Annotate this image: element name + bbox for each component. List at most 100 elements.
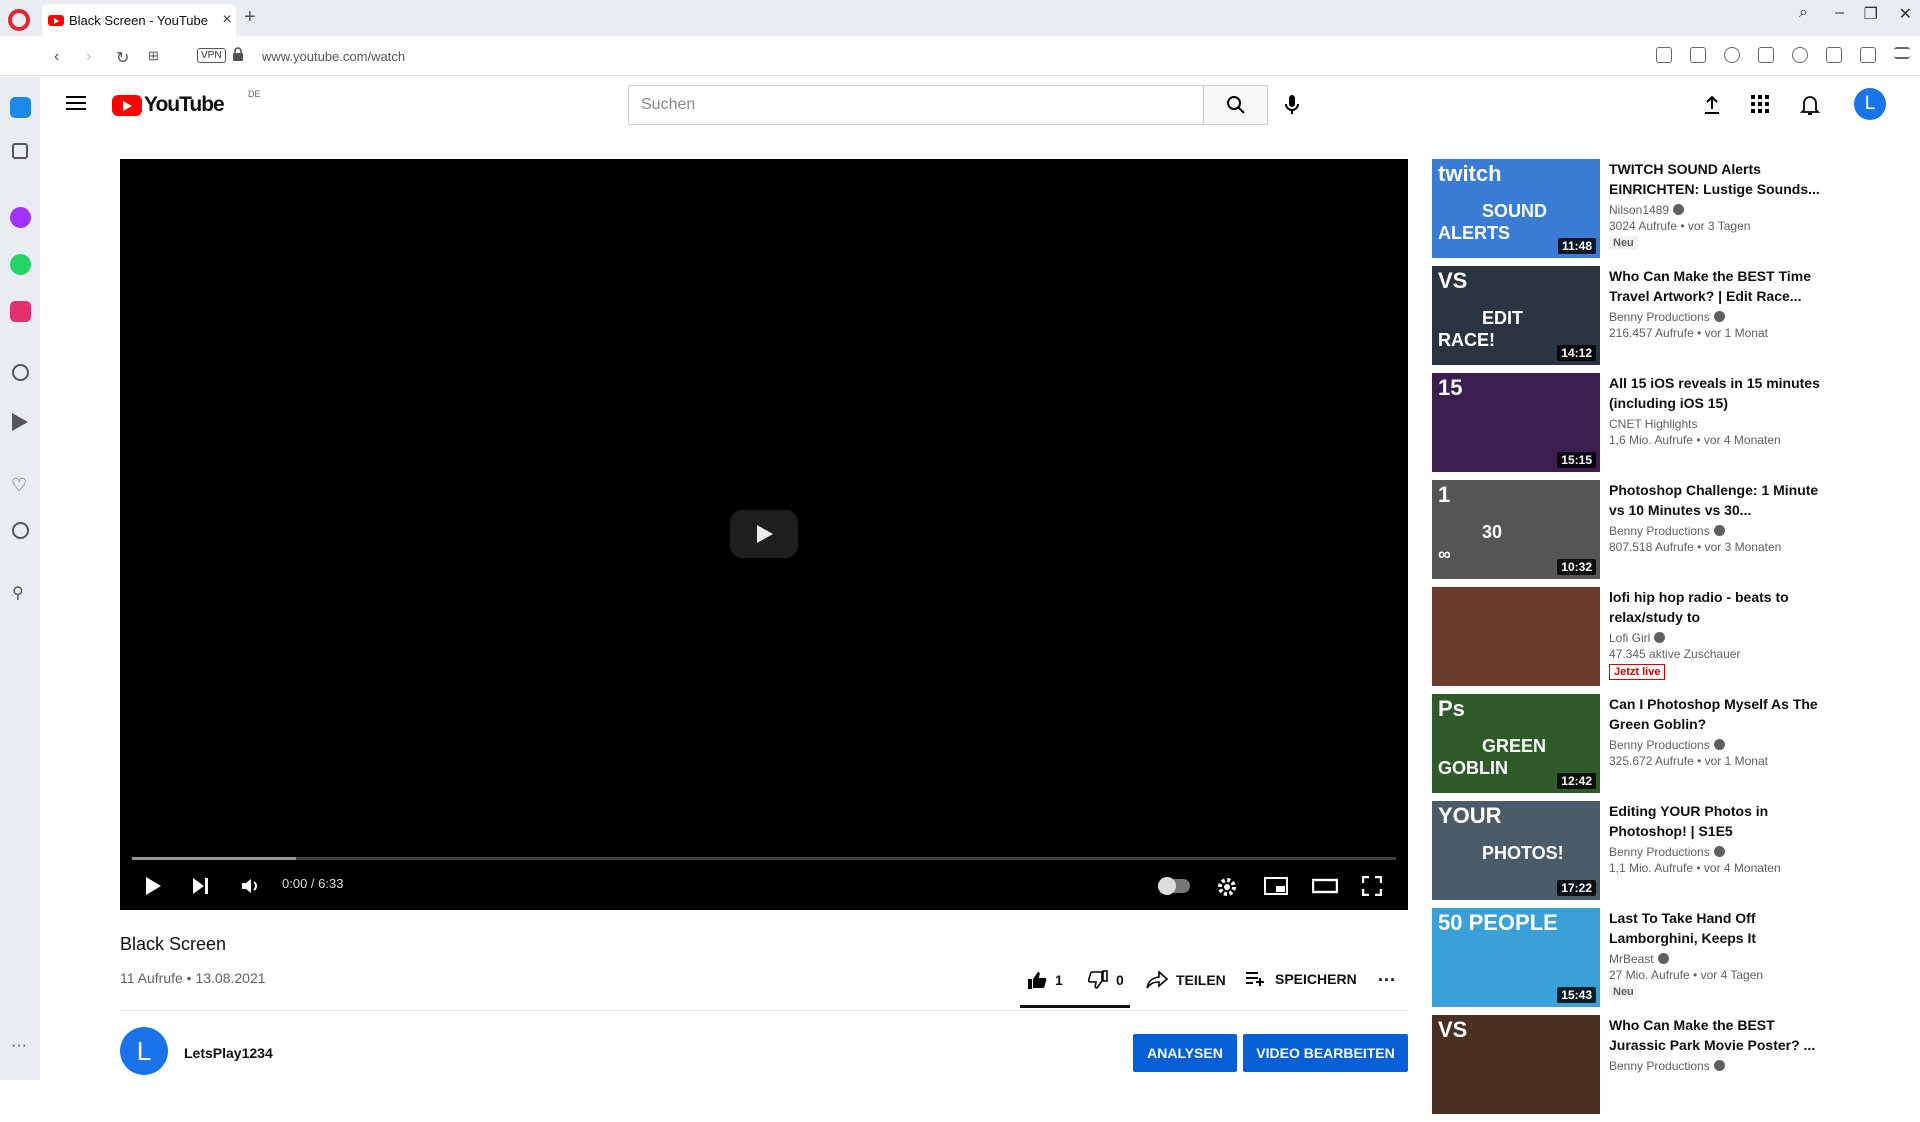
more-actions-icon[interactable]: ··· <box>1378 970 1396 991</box>
recommendation-channel[interactable]: Nilson1489 <box>1609 203 1821 217</box>
microphone-icon[interactable] <box>1284 93 1300 117</box>
flow-icon[interactable] <box>12 413 28 431</box>
recommendation-item[interactable]: YOUR PHOTOS! 17:22 Editing YOUR Photos in P… <box>1432 801 1842 908</box>
recommendation-item[interactable]: VS EDIT RACE! 14:12 Who Can Make the BEST Ti… <box>1432 266 1842 373</box>
instagram-icon[interactable] <box>10 301 31 322</box>
recommendation-title[interactable]: lofi hip hop radio - beats to relax/stud… <box>1609 587 1821 627</box>
adblock-icon[interactable] <box>1724 47 1740 63</box>
video-thumbnail[interactable]: Ps GREEN GOBLIN 12:42 <box>1432 694 1600 793</box>
recommendation-title[interactable]: Editing YOUR Photos in Photoshop! | S1E5 <box>1609 801 1821 841</box>
recommendation-title[interactable]: All 15 iOS reveals in 15 minutes (includ… <box>1609 373 1821 413</box>
pinboard-icon[interactable]: ⚲ <box>12 583 33 604</box>
recommendation-channel[interactable]: MrBeast <box>1609 952 1821 966</box>
channel-name[interactable]: LetsPlay1234 <box>184 1045 273 1061</box>
video-thumbnail[interactable]: VS EDIT RACE! 14:12 <box>1432 266 1600 365</box>
theater-mode-icon[interactable] <box>1312 876 1338 896</box>
recommendation-title[interactable]: Can I Photoshop Myself As The Green Gobl… <box>1609 694 1821 734</box>
recommendation-item[interactable]: 1 30 ∞ 10:32 Photoshop Challenge: 1 Minute v… <box>1432 480 1842 587</box>
recommendation-item[interactable]: VS Who Can Make the BEST Jurassic Park Mo… <box>1432 1015 1842 1122</box>
opera-logo-icon[interactable] <box>8 9 30 31</box>
fullscreen-icon[interactable] <box>1362 876 1382 896</box>
forward-icon[interactable]: › <box>86 48 91 66</box>
tab-search-icon[interactable]: ⌕ <box>1799 4 1808 22</box>
video-thumbnail[interactable] <box>1432 587 1600 686</box>
recommendation-channel[interactable]: Benny Productions <box>1609 524 1821 538</box>
recommendation-item[interactable]: twitch SOUND ALERTS 11:48 TWITCH SOUND Alert… <box>1432 159 1842 266</box>
play-icon[interactable] <box>144 876 162 896</box>
bookmarks-icon[interactable] <box>12 143 28 159</box>
recommendation-channel[interactable]: Benny Productions <box>1609 845 1821 859</box>
recommendation-channel[interactable]: Lofi Girl <box>1609 631 1821 645</box>
autoplay-toggle[interactable] <box>1158 877 1190 895</box>
video-thumbnail[interactable]: YOUR PHOTOS! 17:22 <box>1432 801 1600 900</box>
new-tab-button[interactable]: + <box>244 6 256 29</box>
sidebar-more-icon[interactable]: ··· <box>11 1037 32 1058</box>
recommendation-channel[interactable]: Benny Productions <box>1609 738 1821 752</box>
search-input[interactable] <box>628 85 1204 125</box>
recommendation-channel[interactable]: Benny Productions <box>1609 1059 1821 1073</box>
next-icon[interactable] <box>192 876 210 896</box>
recommendation-title[interactable]: Who Can Make the BEST Jurassic Park Movi… <box>1609 1015 1821 1055</box>
recommendation-title[interactable]: Last To Take Hand Off Lamborghini, Keeps… <box>1609 908 1821 948</box>
search-button[interactable] <box>1204 85 1268 125</box>
user-avatar[interactable]: L <box>1854 88 1886 120</box>
analytics-button[interactable]: ANALYSEN <box>1133 1034 1237 1072</box>
recommendation-channel[interactable]: CNET Highlights <box>1609 417 1821 431</box>
player-icon[interactable] <box>1758 47 1774 63</box>
speed-dial-icon[interactable]: ⊞ <box>148 48 159 64</box>
thumbnail-text: twitch <box>1438 161 1502 186</box>
close-tab-icon[interactable]: × <box>218 11 236 29</box>
back-icon[interactable]: ‹ <box>54 48 59 66</box>
lock-icon[interactable] <box>232 47 244 61</box>
edit-video-button[interactable]: VIDEO BEARBEITEN <box>1243 1034 1408 1072</box>
volume-icon[interactable] <box>240 876 260 896</box>
download-icon[interactable] <box>1860 47 1876 63</box>
whatsapp-icon[interactable] <box>10 254 31 275</box>
apps-icon[interactable] <box>1750 94 1770 114</box>
recommendation-item[interactable]: 15 15:15 All 15 iOS reveals in 15 minutes … <box>1432 373 1842 480</box>
video-thumbnail[interactable]: 50 PEOPLE 15:43 <box>1432 908 1600 1007</box>
bookmark-heart-icon[interactable] <box>1792 47 1808 63</box>
progress-bar[interactable] <box>132 857 1396 860</box>
video-player[interactable]: 0:00 / 6:33 <box>120 159 1408 910</box>
close-window-icon[interactable]: ✕ <box>1899 4 1912 24</box>
recommendation-title[interactable]: TWITCH SOUND Alerts EINRICHTEN: Lustige … <box>1609 159 1821 199</box>
share-page-icon[interactable] <box>1656 47 1672 63</box>
video-thumbnail[interactable]: VS <box>1432 1015 1600 1114</box>
vpn-badge[interactable]: VPN <box>197 48 226 63</box>
settings-gear-icon[interactable] <box>1216 876 1238 898</box>
snapshot-icon[interactable] <box>1690 47 1706 63</box>
easy-setup-icon[interactable] <box>1894 47 1910 59</box>
miniplayer-icon[interactable] <box>1264 876 1288 896</box>
maximize-icon[interactable]: ❐ <box>1864 4 1878 24</box>
recommendation-title[interactable]: Photoshop Challenge: 1 Minute vs 10 Minu… <box>1609 480 1821 520</box>
upload-icon[interactable] <box>1702 94 1722 116</box>
notifications-bell-icon[interactable] <box>1800 94 1820 116</box>
youtube-logo[interactable]: YouTube DE <box>112 89 261 117</box>
minimize-icon[interactable]: – <box>1835 4 1844 22</box>
video-thumbnail[interactable]: 1 30 ∞ 10:32 <box>1432 480 1600 579</box>
recommendation-item[interactable]: 50 PEOPLE 15:43 Last To Take Hand Off Lamb… <box>1432 908 1842 1015</box>
large-play-button[interactable] <box>730 510 798 558</box>
messenger-icon[interactable] <box>10 207 31 228</box>
save-button[interactable]: SPEICHERN <box>1245 970 1357 988</box>
share-button[interactable]: TEILEN <box>1146 970 1226 990</box>
video-thumbnail[interactable]: twitch SOUND ALERTS 11:48 <box>1432 159 1600 258</box>
home-icon[interactable] <box>10 97 31 118</box>
reload-icon[interactable]: ↻ <box>116 48 129 68</box>
recommendation-item[interactable]: Ps GREEN GOBLIN 12:42 Can I Photoshop Myself… <box>1432 694 1842 801</box>
extensions-icon[interactable] <box>1826 47 1842 63</box>
menu-icon[interactable] <box>66 95 86 111</box>
url-field[interactable]: www.youtube.com/watch <box>262 49 405 64</box>
like-button[interactable]: 1 <box>1027 970 1063 990</box>
recommendation-channel[interactable]: Benny Productions <box>1609 310 1821 324</box>
recommendation-title[interactable]: Who Can Make the BEST Time Travel Artwor… <box>1609 266 1821 306</box>
video-thumbnail[interactable]: 15 15:15 <box>1432 373 1600 472</box>
history-icon[interactable] <box>12 522 29 539</box>
favorites-icon[interactable]: ♡ <box>11 475 32 496</box>
browser-tab[interactable]: Black Screen - YouTube × <box>42 4 236 36</box>
channel-avatar[interactable]: L <box>120 1027 168 1075</box>
dislike-button[interactable]: 0 <box>1088 970 1124 990</box>
recommendation-item[interactable]: lofi hip hop radio - beats to relax/stud… <box>1432 587 1842 694</box>
player-sidebar-icon[interactable] <box>12 364 29 381</box>
